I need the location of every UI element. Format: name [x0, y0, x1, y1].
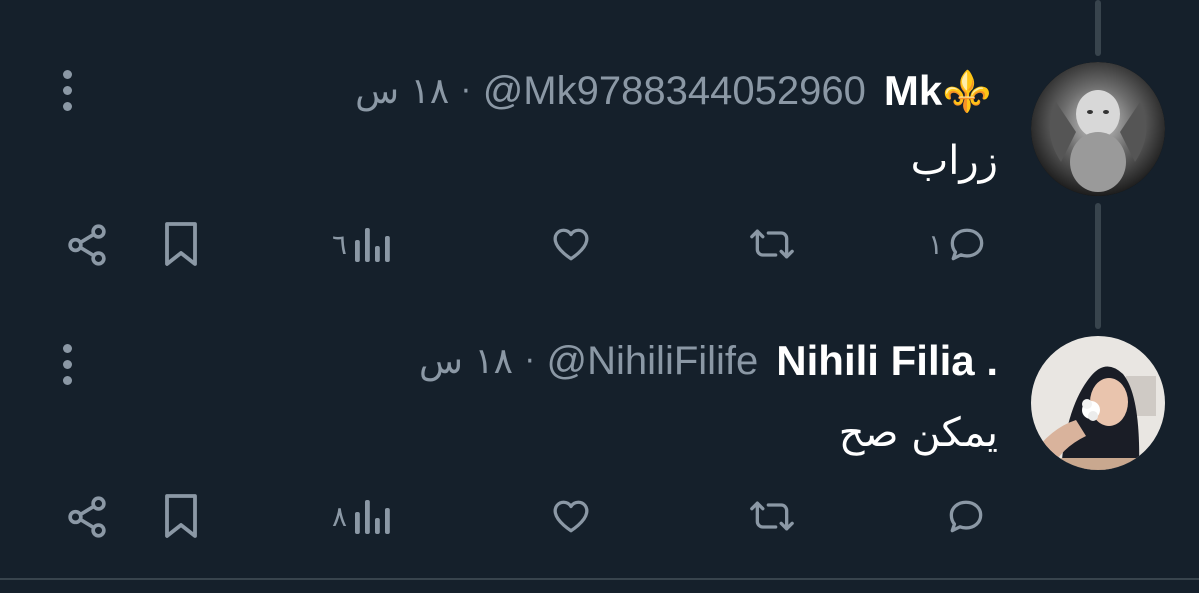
more-options-button[interactable]	[57, 344, 77, 385]
like-icon	[553, 228, 589, 261]
reply-icon	[949, 500, 983, 533]
timestamp[interactable]: ١٨ س	[355, 71, 449, 112]
reply-button[interactable]	[944, 494, 988, 538]
bookmark-icon	[165, 494, 197, 538]
display-name[interactable]: Nihili Filia .	[776, 337, 998, 385]
retweet-icon	[750, 229, 794, 259]
more-icon	[62, 344, 72, 353]
separator: ·	[525, 343, 535, 379]
tweet-2[interactable]: ١٨ س · @NihiliFilife Nihili Filia . يمكن…	[0, 300, 1199, 578]
retweet-button[interactable]	[747, 494, 797, 538]
avatar[interactable]	[1031, 336, 1165, 470]
timestamp[interactable]: ١٨ س	[419, 341, 513, 382]
reply-icon	[950, 228, 984, 261]
tweet-text: يمكن صح	[838, 410, 998, 456]
views-icon	[355, 500, 390, 534]
retweet-button[interactable]	[747, 222, 797, 266]
bottom-divider	[0, 578, 1199, 580]
views-button[interactable]: ٨	[332, 494, 391, 538]
tweet-header: ١٨ س · @Mk9788344052960 Mk ⚜️	[355, 66, 998, 116]
user-handle[interactable]: @NihiliFilife	[547, 339, 759, 384]
share-icon	[68, 224, 106, 266]
reply-count: ١	[928, 227, 944, 261]
avatar[interactable]	[1031, 62, 1165, 196]
more-icon	[62, 70, 72, 79]
tweet-header: ١٨ س · @NihiliFilife Nihili Filia .	[419, 336, 998, 386]
share-button[interactable]	[64, 494, 110, 540]
tweet-text: زراب	[910, 138, 998, 184]
like-button[interactable]	[548, 222, 594, 266]
display-name-text: Nihili Filia .	[776, 337, 998, 384]
fleur-de-lis-icon: ⚜️	[942, 69, 992, 114]
bookmark-button[interactable]	[160, 492, 202, 540]
views-button[interactable]: ٦	[332, 222, 391, 266]
display-name[interactable]: Mk ⚜️	[884, 67, 998, 115]
separator: ·	[461, 73, 471, 109]
bookmark-icon	[165, 222, 197, 266]
like-button[interactable]	[548, 494, 594, 538]
retweet-icon	[750, 501, 794, 531]
views-icon	[355, 228, 390, 262]
reply-button[interactable]: ١	[928, 222, 989, 266]
share-button[interactable]	[64, 222, 110, 268]
view-count: ٨	[332, 499, 348, 533]
tweet-1[interactable]: ١٨ س · @Mk9788344052960 Mk ⚜️ زراب ١ ٦	[0, 0, 1199, 300]
user-handle[interactable]: @Mk9788344052960	[483, 69, 866, 114]
more-options-button[interactable]	[57, 70, 77, 111]
display-name-text: Mk	[883, 67, 943, 114]
share-icon	[68, 496, 106, 538]
like-icon	[553, 500, 589, 533]
bookmark-button[interactable]	[160, 220, 202, 268]
view-count: ٦	[332, 227, 348, 261]
